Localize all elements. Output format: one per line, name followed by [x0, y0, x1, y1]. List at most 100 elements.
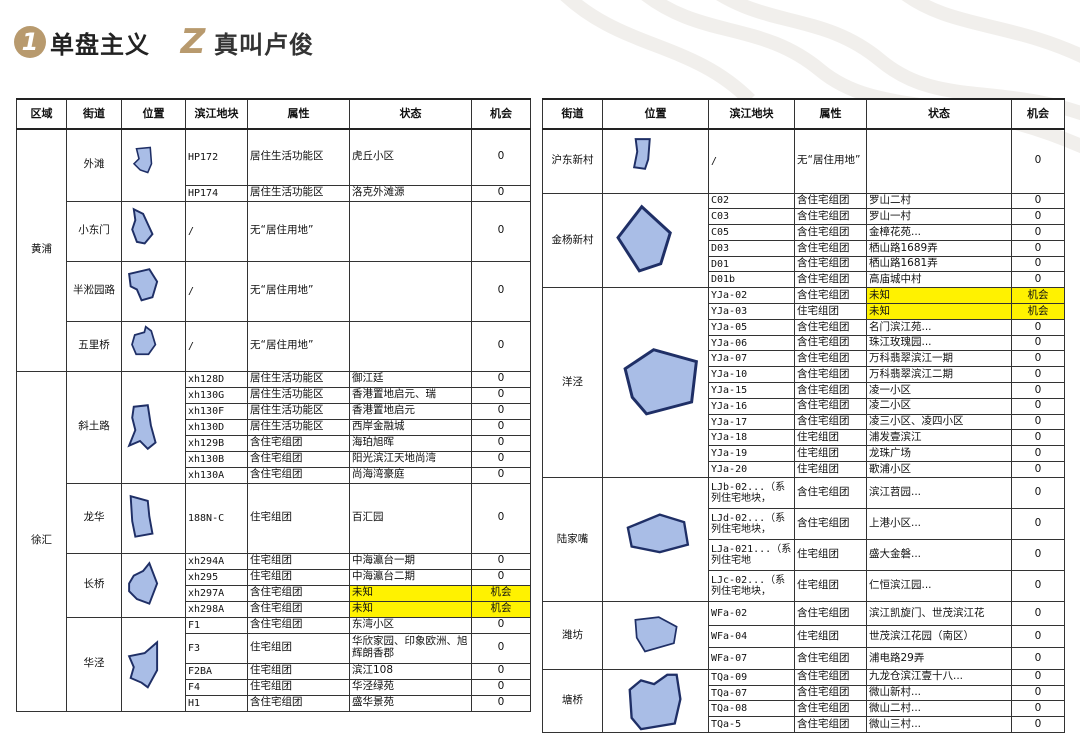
plot-code: F4	[185, 678, 248, 696]
plot-attribute: 含住宅组团	[247, 694, 350, 712]
opportunity-value: 0	[471, 552, 531, 570]
plot-attribute: 住宅组团	[794, 445, 867, 463]
plot-code: TQa-5	[708, 716, 795, 734]
plot-attribute: 住宅组团	[247, 552, 350, 570]
opportunity-value: 0	[1011, 600, 1065, 626]
opportunity-value: 0	[471, 320, 531, 372]
plot-status: 香港置地启元、瑞	[349, 386, 472, 404]
district-map-shape-icon	[602, 192, 709, 289]
plot-attribute: 含住宅组团	[794, 507, 867, 540]
plot-code: YJa-07	[708, 350, 795, 368]
district-map-shape-icon	[121, 320, 186, 372]
table-row: 五里桥 / 无“居住用地” 0	[17, 320, 531, 372]
opportunity-value: 0	[471, 260, 531, 322]
plot-code: WFa-04	[708, 624, 795, 648]
opportunity-value: 0	[471, 662, 531, 680]
plot-code: F2BA	[185, 662, 248, 680]
plot-attribute: 含住宅组团	[247, 466, 350, 484]
plot-code: xh130F	[185, 402, 248, 420]
plot-attribute: 含住宅组团	[794, 382, 867, 399]
plot-attribute: 含住宅组团	[794, 271, 867, 289]
column-header: 属性	[794, 98, 867, 130]
opportunity-value: 0	[1011, 445, 1065, 463]
plot-code: C05	[708, 224, 795, 241]
district-map-shape-icon	[121, 616, 186, 712]
table-row: 龙华 188N-C 住宅组团 百汇园 0	[17, 482, 531, 554]
plot-code: D03	[708, 239, 795, 257]
plot-attribute: 无“居住用地”	[247, 200, 350, 262]
plot-code: LJb-02...（系列住宅地块，	[708, 476, 795, 509]
plot-code: xh295	[185, 568, 248, 586]
opportunity-value: 0	[1011, 461, 1065, 478]
street-name: 陆家嘴	[542, 476, 603, 602]
plot-attribute: 含住宅组团	[794, 192, 867, 210]
plot-status: 御江廷	[349, 370, 472, 388]
plot-code: /	[185, 200, 248, 262]
district-name: 黄浦	[16, 128, 67, 372]
plot-code: C02	[708, 192, 795, 210]
plot-attribute: 住宅组团	[247, 662, 350, 680]
plot-attribute: 含住宅组团	[247, 616, 350, 634]
plot-code: D01b	[708, 271, 795, 289]
plot-status	[349, 320, 472, 372]
plot-attribute: 无“居住用地”	[247, 260, 350, 322]
plot-status: 歌浦小区	[866, 461, 1012, 478]
plot-code: /	[708, 128, 795, 194]
plot-code: YJa-05	[708, 318, 795, 336]
step-two: Z 真叫卢俊	[176, 22, 314, 62]
table-row: 陆家嘴 LJb-02...（系列住宅地块， 含住宅组团 滨江苕园... 0	[542, 476, 1065, 602]
plot-status: 阳光滨江天地尚湾	[349, 450, 472, 468]
plot-code: YJa-03	[708, 303, 795, 320]
plot-status: 百汇园	[349, 482, 472, 554]
opportunity-value: 0	[471, 694, 531, 712]
plot-code: HP172	[185, 128, 248, 186]
column-header: 区域	[16, 98, 67, 130]
plot-status: 珠江玫瑰园...	[866, 334, 1012, 352]
opportunity-value: 机会	[471, 600, 531, 618]
opportunity-value: 0	[471, 450, 531, 468]
left-plot-table: 区域 街道 位置 滨江地块 属性 状态 机会 黄浦 外滩 HP172 居住生活功能区 虎丘小区 0 HP…	[16, 98, 531, 712]
plot-status: 金樟花苑...	[866, 224, 1012, 241]
plot-attribute: 无“居住用地”	[247, 320, 350, 372]
plot-attribute: 居住生活功能区	[247, 386, 350, 404]
plot-code: YJa-10	[708, 366, 795, 384]
opportunity-value: 0	[1011, 646, 1065, 670]
column-header: 滨江地块	[185, 98, 248, 130]
plot-attribute: 含住宅组团	[794, 208, 867, 226]
plot-status: 未知	[866, 303, 1012, 320]
opportunity-value: 机会	[1011, 287, 1065, 305]
plot-code: xh130D	[185, 418, 248, 436]
plot-status: 华泾绿苑	[349, 678, 472, 696]
plot-status: 仁恒滨江园...	[866, 569, 1012, 602]
plot-status: 浦发壹滨江	[866, 429, 1012, 447]
plot-status: 凌一小区	[866, 382, 1012, 399]
opportunity-value: 机会	[471, 584, 531, 602]
plot-status: 世茂滨江花园（南区）	[866, 624, 1012, 648]
plot-status: 罗山一村	[866, 208, 1012, 226]
plot-status: 虎丘小区	[349, 128, 472, 186]
opportunity-value: 0	[471, 632, 531, 664]
plot-code: LJa-021...（系列住宅地	[708, 538, 795, 571]
opportunity-value: 0	[1011, 716, 1065, 734]
district-map-shape-icon	[121, 200, 186, 262]
plot-status: 滨江凯旋门、世茂滨江花	[866, 600, 1012, 626]
plot-code: xh294A	[185, 552, 248, 570]
opportunity-value: 0	[1011, 413, 1065, 431]
column-header: 滨江地块	[708, 98, 795, 130]
plot-attribute: 住宅组团	[794, 461, 867, 478]
plot-attribute: 居住生活功能区	[247, 184, 350, 202]
plot-attribute: 住宅组团	[794, 429, 867, 447]
plot-attribute: 住宅组团	[794, 538, 867, 571]
plot-code: xh128D	[185, 370, 248, 388]
plot-attribute: 住宅组团	[247, 632, 350, 664]
opportunity-value: 0	[471, 616, 531, 634]
opportunity-value: 0	[1011, 192, 1065, 210]
street-name: 潍坊	[542, 600, 603, 670]
street-name: 半淞园路	[66, 260, 122, 322]
opportunity-value: 0	[1011, 476, 1065, 509]
opportunity-value: 0	[471, 434, 531, 452]
plot-attribute: 无“居住用地”	[794, 128, 867, 194]
plot-status: 龙珠广场	[866, 445, 1012, 463]
plot-attribute: 住宅组团	[247, 678, 350, 696]
table-row: 华泾 F1 含住宅组团 东湾小区 0	[17, 616, 531, 712]
